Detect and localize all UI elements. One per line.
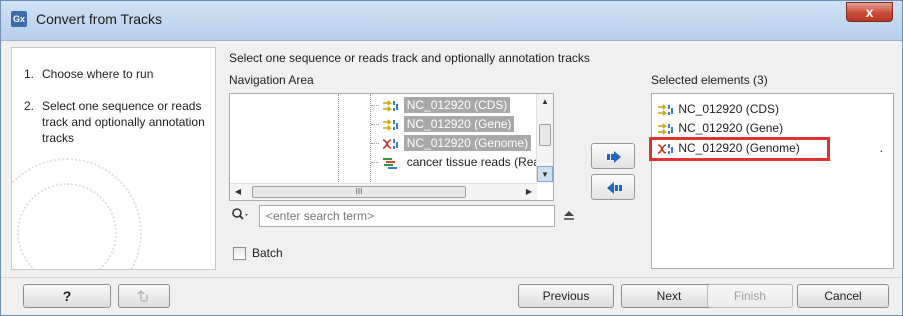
undo-icon (137, 290, 148, 302)
wizard-steps-panel: 1. Choose where to run 2. Select one seq… (11, 47, 216, 270)
tree-vertical-scrollbar[interactable]: ▲ ▼ (536, 94, 553, 182)
selected-item-gene[interactable]: NC_012920 (Gene) (657, 119, 889, 137)
selected-item-cds[interactable]: NC_012920 (CDS) (657, 100, 889, 118)
selected-elements-label: Selected elements (3) (651, 73, 768, 87)
next-button[interactable]: Next (621, 284, 717, 308)
add-to-selected-button[interactable] (591, 143, 635, 169)
selected-item-trailing: . (879, 141, 883, 155)
title-bar: Gx Convert from Tracks x (1, 1, 902, 41)
scroll-left-icon[interactable]: ◀ (230, 184, 246, 200)
annotation-track-icon (658, 104, 673, 116)
collapse-icon[interactable] (561, 207, 577, 223)
selected-elements-list[interactable]: NC_012920 (CDS) NC_012920 (Gene) NC_0129… (651, 93, 894, 269)
app-logo-icon: Gx (11, 11, 27, 27)
step-1-number: 1. (24, 67, 35, 81)
close-button[interactable]: x (846, 2, 893, 22)
finish-button[interactable]: Finish (707, 284, 793, 308)
footer-divider (1, 277, 902, 278)
previous-button[interactable]: Previous (518, 284, 614, 308)
cancel-button[interactable]: Cancel (797, 284, 889, 308)
step-1-label: Choose where to run (42, 67, 154, 81)
reset-button[interactable] (118, 284, 170, 308)
sequence-track-icon (383, 138, 399, 149)
step-2-label: Select one sequence or reads track and o… (42, 99, 205, 145)
scroll-right-icon[interactable]: ▶ (521, 184, 537, 200)
navigation-tree[interactable]: NC_012920 (CDS) NC_012920 (Gene) NC_0129… (229, 93, 554, 201)
scroll-thumb[interactable]: III (252, 186, 466, 198)
tree-item-label: cancer tissue reads (Reads (406, 155, 553, 169)
tree-guide-line (338, 94, 339, 182)
tree-item-genome[interactable]: NC_012920 (Genome) (371, 134, 532, 152)
selected-item-label: NC_012920 (Gene) (678, 121, 784, 135)
step-1: 1. Choose where to run (24, 66, 153, 82)
highlight-annotation-box (649, 137, 830, 161)
step-2-number: 2. (24, 99, 35, 113)
scroll-up-icon[interactable]: ▲ (537, 94, 553, 110)
search-icon[interactable] (231, 207, 251, 223)
dialog-window: Gx Convert from Tracks x 1. Choose where… (0, 0, 903, 316)
annotation-track-icon (383, 100, 399, 112)
navigation-area-label: Navigation Area (229, 73, 314, 87)
help-button[interactable]: ? (23, 284, 111, 308)
batch-checkbox[interactable] (233, 247, 246, 260)
instruction-text: Select one sequence or reads track and o… (229, 51, 590, 65)
step-2: 2. Select one sequence or reads track an… (24, 98, 205, 145)
arrow-right-icon (607, 151, 621, 163)
search-input[interactable] (259, 205, 555, 227)
scroll-down-icon[interactable]: ▼ (537, 166, 553, 182)
tree-item-label: NC_012920 (CDS) (403, 97, 511, 113)
remove-from-selected-button[interactable] (591, 174, 635, 200)
reads-track-icon (383, 157, 398, 169)
tree-horizontal-scrollbar[interactable]: ◀ III ▶ (230, 183, 537, 200)
annotation-track-icon (383, 119, 399, 131)
tree-item-label: NC_012920 (Gene) (403, 116, 515, 132)
scroll-thumb[interactable] (539, 124, 551, 146)
tree-item-gene[interactable]: NC_012920 (Gene) (371, 115, 515, 133)
batch-label: Batch (252, 246, 283, 260)
arrow-left-icon (607, 182, 622, 194)
annotation-track-icon (658, 123, 673, 135)
tree-item-label: NC_012920 (Genome) (403, 135, 532, 151)
window-title: Convert from Tracks (36, 11, 163, 27)
selected-item-label: NC_012920 (CDS) (678, 102, 780, 116)
tree-item-reads[interactable]: cancer tissue reads (Reads (371, 153, 553, 171)
tree-item-cds[interactable]: NC_012920 (CDS) (371, 96, 511, 114)
